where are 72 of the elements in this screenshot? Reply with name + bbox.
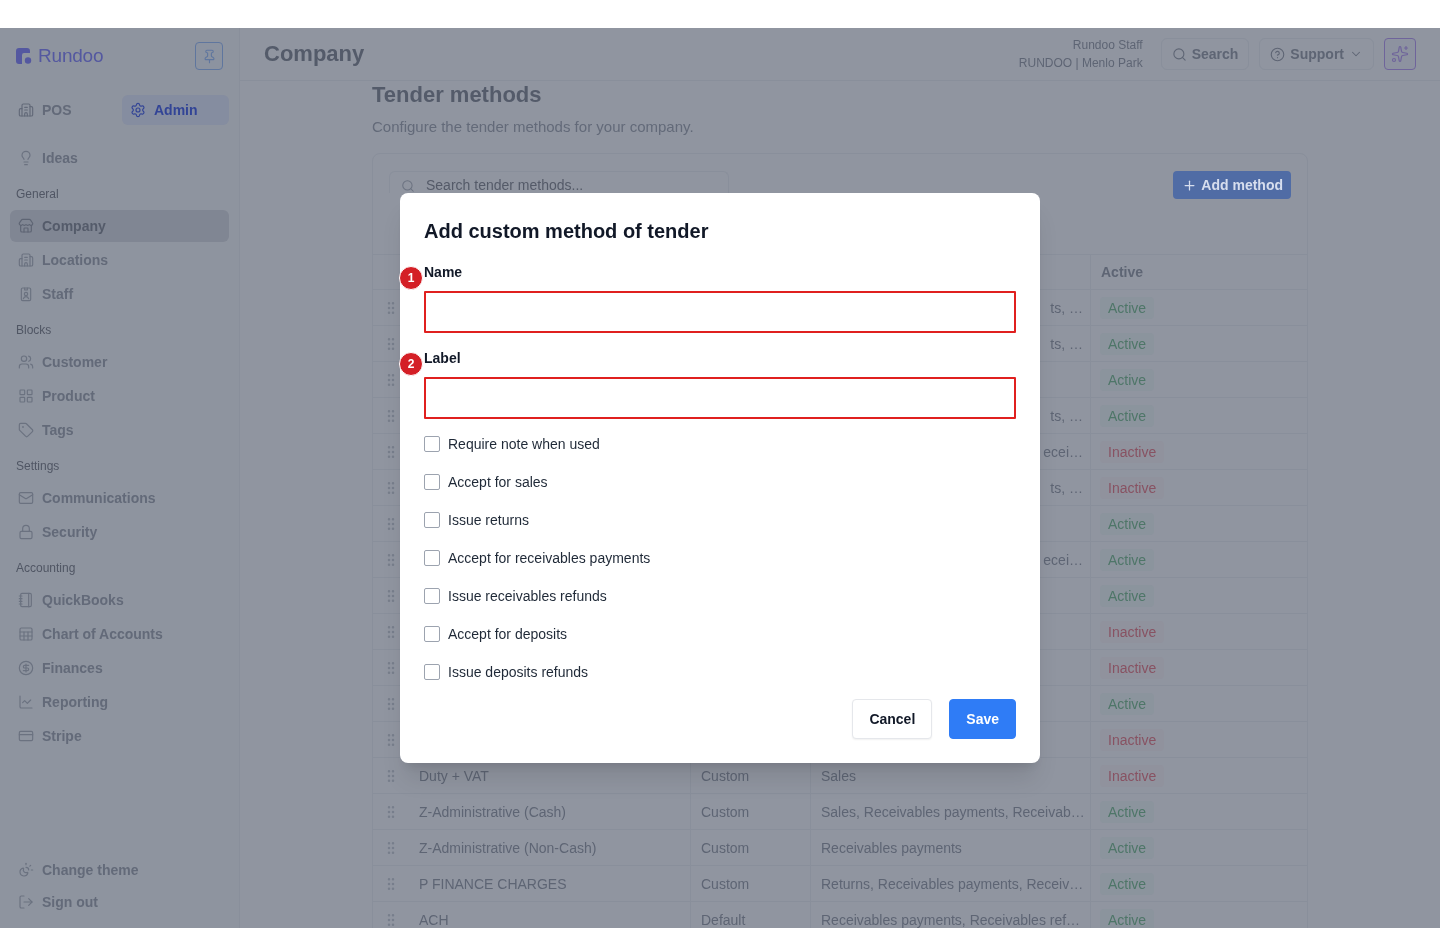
number-marker: 2 <box>399 352 423 376</box>
sparkles-icon <box>1391 45 1409 63</box>
checkbox-label: Issue receivables refunds <box>448 588 607 604</box>
dollar-circle-icon <box>18 660 34 676</box>
checkbox-label: Issue returns <box>448 512 529 528</box>
status-badge: Active <box>1100 800 1155 823</box>
credit-card-icon <box>18 728 34 744</box>
line-chart-icon <box>18 694 34 710</box>
mail-icon <box>18 490 34 506</box>
building-icon <box>18 252 34 268</box>
status-badge: Active <box>1100 872 1155 895</box>
search-icon <box>401 179 415 193</box>
checkbox-label: Accept for sales <box>448 474 548 490</box>
notebook-icon <box>18 592 34 608</box>
section-heading: General <box>15 186 60 203</box>
status-badge: Active <box>1100 908 1155 928</box>
status-badge: Active <box>1100 404 1155 427</box>
checkbox[interactable] <box>424 550 440 566</box>
status-badge: Active <box>1100 332 1155 355</box>
status-badge: Active <box>1100 548 1155 571</box>
id-badge-icon <box>18 286 34 302</box>
number-marker: 1 <box>399 266 423 290</box>
search-field[interactable]: Search tender methods... <box>389 171 729 193</box>
checkbox[interactable] <box>424 626 440 642</box>
section-heading: Accounting <box>15 560 77 577</box>
status-badge: Active <box>1100 368 1155 391</box>
tag-icon <box>18 422 34 438</box>
storefront-icon <box>18 218 34 234</box>
secondary-button[interactable]: Cancel <box>852 699 933 739</box>
checkbox[interactable] <box>424 588 440 604</box>
text-input[interactable] <box>424 291 1016 333</box>
grid-icon <box>18 388 34 404</box>
building-icon <box>18 102 34 118</box>
page-title: Company <box>264 41 365 67</box>
sun-moon-icon <box>18 862 34 878</box>
checkbox[interactable] <box>424 474 440 490</box>
pin-icon <box>201 48 217 64</box>
lock-icon <box>18 524 34 540</box>
status-badge: Active <box>1100 836 1155 859</box>
help-icon <box>1270 46 1286 62</box>
checkbox[interactable] <box>424 664 440 680</box>
checkbox-label: Accept for deposits <box>448 626 568 642</box>
section-heading: Blocks <box>15 322 53 339</box>
checkbox-label: Issue deposits refunds <box>448 664 589 680</box>
lightbulb-icon <box>18 150 34 166</box>
settings-icon <box>130 102 146 118</box>
checkbox[interactable] <box>424 512 440 528</box>
plus-icon <box>1182 177 1198 193</box>
mode-tab[interactable]: Admin <box>122 95 229 125</box>
status-badge: Active <box>1100 584 1155 607</box>
status-badge: Active <box>1100 512 1155 535</box>
users-icon <box>18 354 34 370</box>
brand-name: Rundoo <box>38 45 104 67</box>
logout-icon <box>18 894 34 910</box>
logo-icon <box>16 48 32 64</box>
field-label: Name <box>424 263 464 282</box>
pin-button[interactable] <box>195 42 223 70</box>
section-heading: Settings <box>15 458 61 475</box>
table-icon <box>18 626 34 642</box>
primary-button[interactable]: Save <box>949 699 1016 739</box>
checkbox[interactable] <box>424 436 440 452</box>
add-method-button[interactable]: Add method <box>1173 171 1291 199</box>
status-badge: Active <box>1100 692 1155 715</box>
search-icon <box>1171 46 1187 62</box>
status-badge: Active <box>1100 296 1155 319</box>
field-label: Label <box>424 349 462 368</box>
dialog-title: Add custom method of tender <box>424 219 710 244</box>
sparkles-button[interactable] <box>1384 38 1416 70</box>
text-input[interactable] <box>424 377 1016 419</box>
checkbox-label: Require note when used <box>448 436 600 452</box>
checkbox-label: Accept for receivables payments <box>448 550 651 566</box>
section-title: Tender methods <box>372 81 543 109</box>
